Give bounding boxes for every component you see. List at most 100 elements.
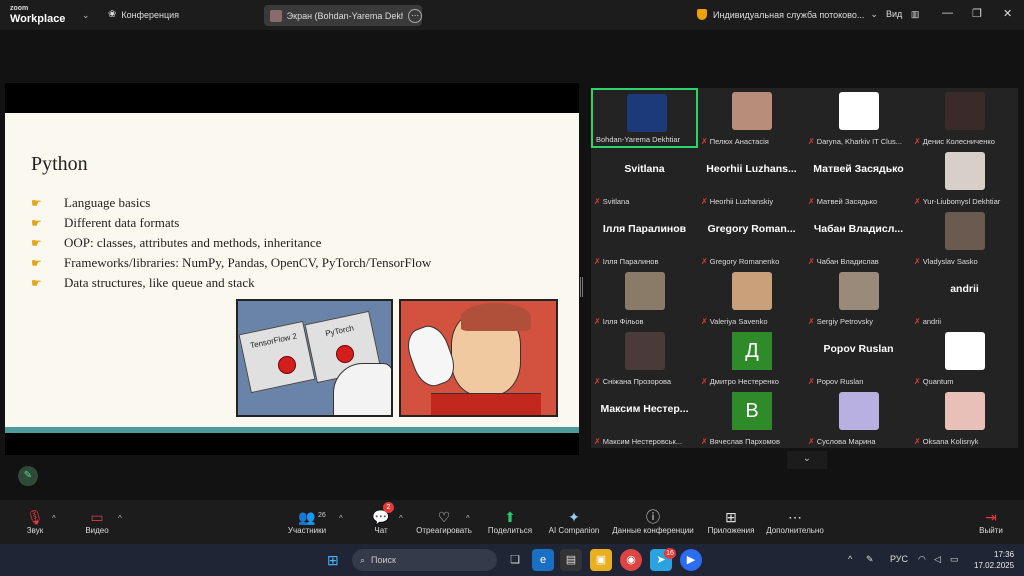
participant-tile[interactable]: ✗ Yur-Liubomysl Dekhtiar — [911, 148, 1018, 208]
tray-overflow-chevron-icon[interactable]: ^ — [848, 554, 852, 564]
app-menu-chevron-icon[interactable]: ⌄ — [82, 10, 90, 21]
participant-name-label: ✗ Quantum — [914, 377, 1018, 386]
participant-tile[interactable]: ✗ Сніжана Прозорова — [591, 328, 698, 388]
zoom-taskbar-icon[interactable]: ▶ — [680, 549, 702, 571]
participant-tile[interactable]: ✗ Денис Колесниченко — [911, 88, 1018, 148]
mic-muted-icon: ✗ — [701, 137, 708, 146]
chevron-down-icon: ⌄ — [870, 9, 878, 19]
meeting-toolbar: 🎙 Звук ^ ▭ Видео ^ 👥 Участники 26 ^ 💬 Ча… — [0, 500, 1024, 544]
participant-name: Чабан Владислав — [816, 257, 879, 266]
participant-name-label: ✗ Oksana Kolisnyk — [914, 437, 1018, 446]
meme-button-plate: TensorFlow 2 — [238, 320, 316, 394]
apps-button[interactable]: ⊞ Приложения — [704, 508, 758, 535]
participant-tile[interactable]: Svitlana ✗ Svitlana — [591, 148, 698, 208]
participant-tile[interactable]: Heorhii Luzhans... ✗ Heorhii Luzhanskiy — [698, 148, 805, 208]
more-button[interactable]: ⋯ Дополнительно — [764, 508, 826, 535]
participant-video — [732, 272, 772, 310]
mic-muted-icon: ✗ — [914, 437, 921, 446]
participant-video — [945, 92, 985, 130]
participant-name-label: ✗ andrii — [914, 317, 1018, 326]
minimize-icon[interactable]: — — [942, 7, 953, 19]
participant-name-label: ✗ Sergiy Petrovsky — [808, 317, 912, 326]
react-options-chevron-icon[interactable]: ^ — [466, 514, 470, 523]
mic-muted-icon: ✗ — [701, 257, 708, 266]
participant-name: Sergiy Petrovsky — [816, 317, 873, 326]
audio-button[interactable]: 🎙 Звук — [22, 508, 48, 535]
info-icon: ⓘ — [646, 509, 660, 525]
participant-tile[interactable]: ✗ Vladyslav Sasko — [911, 208, 1018, 268]
participant-tile[interactable]: В ✗ Вячеслав Пархомов — [698, 388, 805, 448]
participant-tile[interactable]: ✗ Oksana Kolisnyk — [911, 388, 1018, 448]
ai-companion-button[interactable]: ✦ AI Companion — [546, 508, 602, 535]
heart-icon: ♡ — [437, 509, 451, 525]
participant-name-label: ✗ Суслова Марина — [808, 437, 912, 446]
restore-icon[interactable]: ❐ — [972, 7, 982, 20]
participant-tile[interactable]: Bohdan-Yarema Dekhtiar — [591, 88, 698, 148]
clock[interactable]: 17:36 17.02.2025 — [974, 549, 1014, 571]
list-item: ☛ Language basics — [31, 195, 151, 210]
participant-name-label: ✗ Popov Ruslan — [808, 377, 912, 386]
participant-tile[interactable]: ✗ Sergiy Petrovsky — [805, 268, 912, 328]
screen-share-indicator[interactable]: Экран (Bohdan-Yarema Dekhtiar) ⋯ — [264, 5, 423, 26]
taskbar-search[interactable]: ⌕ Поиск — [352, 549, 497, 571]
more-options-icon[interactable]: ⋯ — [408, 8, 423, 23]
language-indicator[interactable]: РУС — [890, 554, 908, 564]
conference-menu[interactable]: ❀ Конференция — [108, 9, 179, 20]
participant-tile[interactable]: Чабан Владисл... ✗ Чабан Владислав — [805, 208, 912, 268]
video-options-chevron-icon[interactable]: ^ — [118, 514, 122, 523]
chrome-icon[interactable]: ◉ — [620, 549, 642, 571]
more-icon: ⋯ — [788, 509, 802, 525]
list-item: ☛ OOP: classes, attributes and methods, i… — [31, 235, 322, 250]
participant-name-label: ✗ Heorhii Luzhanskiy — [701, 197, 805, 206]
close-icon[interactable]: ✕ — [1003, 7, 1012, 20]
react-button[interactable]: ♡ Отреагировать — [414, 508, 474, 535]
participant-name: Oksana Kolisnyk — [922, 437, 979, 446]
pointing-hand-icon: ☛ — [31, 195, 42, 210]
hand-illustration — [333, 363, 391, 415]
chevron-down-icon[interactable]: ⌄ — [787, 451, 827, 469]
leave-button[interactable]: ⇥ Выйти — [976, 508, 1006, 535]
task-view-icon[interactable]: ❏ — [504, 549, 526, 571]
audio-options-chevron-icon[interactable]: ^ — [52, 514, 56, 523]
battery-icon[interactable]: ▭ — [950, 554, 959, 565]
mic-muted-icon: ✗ — [701, 437, 708, 446]
participant-tile[interactable]: ✗ Quantum — [911, 328, 1018, 388]
meeting-info-button[interactable]: ⓘ Данные конференции — [608, 508, 698, 535]
participant-name-label: ✗ Сніжана Прозорова — [594, 377, 698, 386]
participant-video — [839, 392, 879, 430]
participant-name-label: ✗ Gregory Romanenko — [701, 257, 805, 266]
participant-tile[interactable]: Popov Ruslan ✗ Popov Ruslan — [805, 328, 912, 388]
file-explorer-icon[interactable]: ▤ — [560, 549, 582, 571]
participant-tile[interactable]: ✗ Суслова Марина — [805, 388, 912, 448]
participant-tile[interactable]: ✗ Daryna, Kharkiv IT Clus... — [805, 88, 912, 148]
windows-start-icon[interactable]: ⊞ — [327, 552, 339, 569]
store-icon[interactable]: ▣ — [590, 549, 612, 571]
participant-tile[interactable]: ✗ Пелюх Анастасія — [698, 88, 805, 148]
participant-tile[interactable]: ✗ Ілля Фільов — [591, 268, 698, 328]
chat-options-chevron-icon[interactable]: ^ — [399, 514, 403, 523]
volume-icon[interactable]: ◁ — [934, 554, 941, 565]
participant-tile[interactable]: Д ✗ Дмитро Нестеренко — [698, 328, 805, 388]
participant-tile[interactable]: Gregory Roman... ✗ Gregory Romanenko — [698, 208, 805, 268]
participant-tile[interactable]: Максим Нестер... ✗ Максим Нестеровськ... — [591, 388, 698, 448]
participant-tile[interactable]: Матвей Засядько ✗ Матвей Засядько — [805, 148, 912, 208]
edge-icon[interactable]: e — [532, 549, 554, 571]
pen-tray-icon[interactable]: ✎ — [866, 554, 874, 565]
share-screen-icon: ⬆ — [504, 509, 516, 525]
participant-tile[interactable]: andrii ✗ andrii — [911, 268, 1018, 328]
wifi-icon[interactable]: ◠ — [918, 554, 926, 565]
participants-options-chevron-icon[interactable]: ^ — [339, 514, 343, 523]
video-button[interactable]: ▭ Видео — [82, 508, 112, 535]
streaming-service-menu[interactable]: Индивидуальная служба потоково... ⌄ — [697, 9, 878, 20]
participant-name: Ілля Фільов — [602, 317, 644, 326]
share-button[interactable]: ⬆ Поделиться — [486, 508, 534, 535]
pencil-icon[interactable]: ✎ — [18, 466, 38, 486]
list-item: ☛ Data structures, like queue and stack — [31, 275, 255, 290]
participant-tile[interactable]: Ілля Паралинов ✗ Ілля Паралинов — [591, 208, 698, 268]
participant-name: Valeriya Savenko — [709, 317, 768, 326]
splitter-handle[interactable] — [580, 277, 583, 297]
participant-name: Bohdan-Yarema Dekhtiar — [596, 135, 681, 144]
view-menu[interactable]: Вид ▥ — [886, 9, 919, 20]
participant-video — [625, 332, 665, 370]
participant-tile[interactable]: ✗ Valeriya Savenko — [698, 268, 805, 328]
